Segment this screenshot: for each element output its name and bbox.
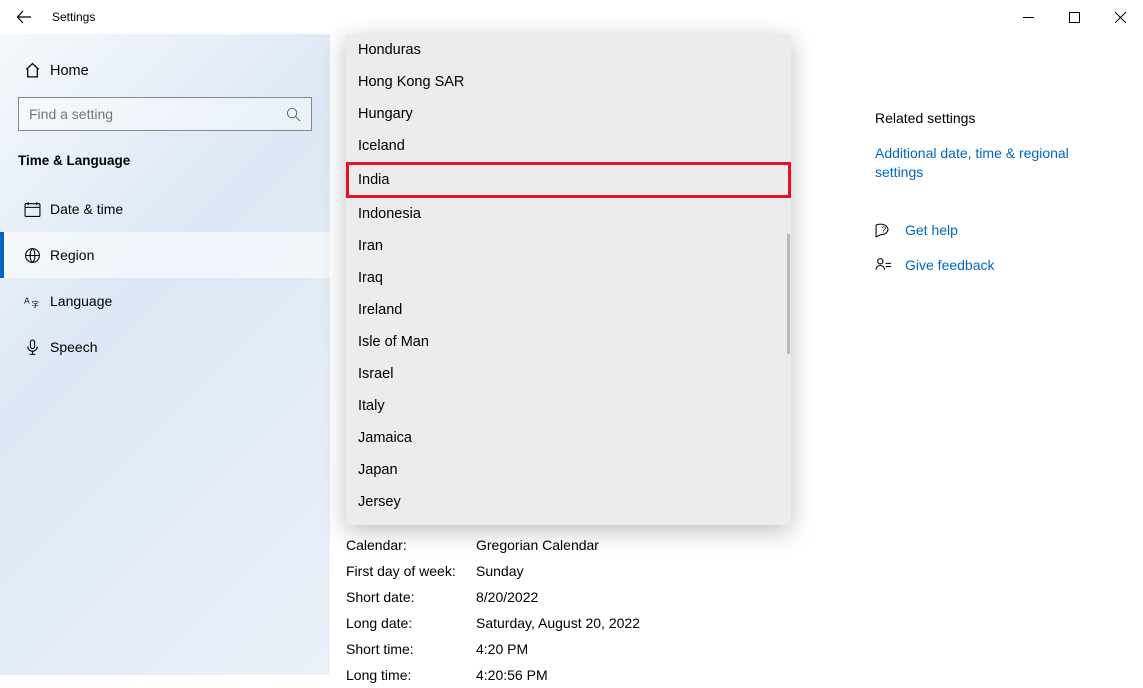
- country-option[interactable]: India: [346, 162, 791, 198]
- country-option[interactable]: Indonesia: [346, 198, 791, 230]
- nav-label: Region: [50, 247, 94, 263]
- section-title: Time & Language: [0, 153, 330, 186]
- format-row: Short time:4:20 PM: [346, 636, 640, 662]
- nav-label: Date & time: [50, 201, 123, 217]
- search-icon: [286, 107, 301, 122]
- related-heading: Related settings: [875, 110, 1095, 126]
- nav-region[interactable]: Region: [0, 232, 330, 278]
- svg-text:?: ?: [881, 224, 886, 234]
- country-option[interactable]: Hong Kong SAR: [346, 66, 791, 98]
- maximize-button[interactable]: [1051, 0, 1097, 34]
- country-option[interactable]: Jersey: [346, 486, 791, 518]
- arrow-left-icon: [16, 9, 32, 25]
- nav-language[interactable]: A字 Language: [0, 278, 330, 324]
- titlebar: Settings: [0, 0, 1143, 34]
- svg-text:A: A: [24, 295, 30, 305]
- country-option[interactable]: Israel: [346, 358, 791, 390]
- minimize-button[interactable]: [1005, 0, 1051, 34]
- additional-settings-link[interactable]: Additional date, time & regional setting…: [875, 144, 1095, 182]
- give-feedback-link[interactable]: Give feedback: [875, 257, 1095, 274]
- format-row: Short date:8/20/2022: [346, 584, 640, 610]
- country-option[interactable]: Iran: [346, 230, 791, 262]
- feedback-icon: [875, 257, 905, 274]
- window-controls: [1005, 0, 1143, 34]
- country-option[interactable]: Iceland: [346, 130, 791, 162]
- country-option[interactable]: Ireland: [346, 294, 791, 326]
- svg-text:字: 字: [31, 299, 39, 309]
- format-row: Calendar:Gregorian Calendar: [346, 532, 640, 558]
- home-nav[interactable]: Home: [0, 54, 330, 97]
- back-button[interactable]: [0, 0, 48, 34]
- country-option[interactable]: Isle of Man: [346, 326, 791, 358]
- calendar-clock-icon: [18, 201, 46, 218]
- app-title: Settings: [52, 10, 95, 24]
- home-label: Home: [50, 63, 89, 79]
- globe-icon: [18, 247, 46, 264]
- sidebar: Home Time & Language Date & time Region …: [0, 34, 330, 675]
- get-help-link[interactable]: ? Get help: [875, 222, 1095, 239]
- country-dropdown[interactable]: HondurasHong Kong SARHungaryIcelandIndia…: [346, 34, 791, 525]
- country-option[interactable]: Japan: [346, 454, 791, 486]
- format-row: Long date:Saturday, August 20, 2022: [346, 610, 640, 636]
- country-option[interactable]: Hungary: [346, 98, 791, 130]
- related-settings: Related settings Additional date, time &…: [875, 110, 1095, 292]
- nav-speech[interactable]: Speech: [0, 324, 330, 370]
- regional-format-data: Calendar:Gregorian Calendar First day of…: [346, 532, 640, 688]
- help-label: Get help: [905, 222, 958, 238]
- home-icon: [18, 62, 46, 79]
- scrollbar-thumb[interactable]: [787, 234, 790, 354]
- microphone-icon: [18, 339, 46, 356]
- maximize-icon: [1069, 12, 1080, 23]
- search-field[interactable]: [29, 106, 286, 122]
- nav-label: Language: [50, 293, 112, 309]
- country-option[interactable]: Honduras: [346, 34, 791, 66]
- country-option[interactable]: Iraq: [346, 262, 791, 294]
- nav-date-time[interactable]: Date & time: [0, 186, 330, 232]
- country-option[interactable]: Italy: [346, 390, 791, 422]
- format-row: Long time:4:20:56 PM: [346, 662, 640, 688]
- country-option[interactable]: Jamaica: [346, 422, 791, 454]
- feedback-label: Give feedback: [905, 257, 995, 273]
- close-button[interactable]: [1097, 0, 1143, 34]
- language-icon: A字: [18, 293, 46, 310]
- minimize-icon: [1023, 12, 1034, 23]
- search-input[interactable]: [18, 97, 312, 131]
- format-row: First day of week:Sunday: [346, 558, 640, 584]
- close-icon: [1115, 12, 1126, 23]
- help-icon: ?: [875, 222, 905, 239]
- nav-label: Speech: [50, 339, 97, 355]
